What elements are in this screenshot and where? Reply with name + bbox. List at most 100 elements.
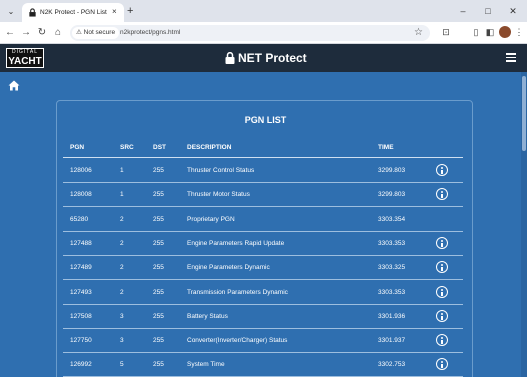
brand-title: NET Protect <box>225 51 307 65</box>
description-cell: Thruster Control Status <box>187 167 255 174</box>
column-header-pgn: PGN <box>70 144 85 151</box>
dst-cell: 255 <box>153 167 164 174</box>
url-text[interactable]: n2kprotect/pgns.html <box>120 27 180 39</box>
time-cell: 3301.936 <box>378 312 406 320</box>
more-menu-icon[interactable]: ⋮ <box>513 26 525 38</box>
info-icon[interactable] <box>436 358 448 371</box>
home-browser-icon[interactable]: ⌂ <box>52 27 64 39</box>
pgn-cell: 65280 <box>70 215 89 223</box>
info-icon[interactable] <box>436 285 448 298</box>
info-icon[interactable] <box>436 236 448 249</box>
description-cell: Thruster Motor Status <box>187 191 250 199</box>
pgn-cell: 126992 <box>70 361 92 369</box>
table-row: 127508 3 255 Battery Status 3301.936 <box>63 305 463 329</box>
new-tab-button[interactable]: + <box>127 4 133 18</box>
close-window-button[interactable]: ✕ <box>504 3 522 19</box>
src-cell: 2 <box>120 264 124 272</box>
brand-text: NET Protect <box>238 51 307 65</box>
minimize-button[interactable]: – <box>454 3 472 19</box>
app-header: DIGITAL YACHT NET Protect <box>0 44 527 72</box>
info-icon[interactable] <box>436 164 448 176</box>
table-row: 65280 2 255 Proprietary PGN 3303.354 <box>63 208 463 232</box>
pgn-cell: 128006 <box>70 167 92 174</box>
description-cell: Battery Status <box>187 312 228 320</box>
src-cell: 3 <box>120 337 124 345</box>
info-icon[interactable] <box>436 261 448 274</box>
pgn-cell: 127750 <box>70 337 92 345</box>
dst-cell: 255 <box>153 264 164 272</box>
info-icon[interactable] <box>436 188 448 201</box>
card-title: PGN LIST <box>244 115 287 125</box>
page-scrollbar[interactable] <box>521 72 527 377</box>
not-secure-chip[interactable]: ⚠ Not secure <box>72 27 120 39</box>
tab-close-icon[interactable]: × <box>112 6 117 18</box>
pgn-cell: 128008 <box>70 191 92 199</box>
src-cell: 2 <box>120 288 124 296</box>
description-cell: System Time <box>187 361 225 369</box>
lock-icon <box>225 52 235 64</box>
pgn-list-card: PGN LIST PGN SRC DST DESCRIPTION TIME 12… <box>56 100 473 377</box>
maximize-button[interactable]: □ <box>479 3 497 19</box>
description-cell: Transmission Parameters Dynamic <box>187 288 288 296</box>
browser-tab[interactable]: N2K Protect - PGN List × <box>22 3 124 22</box>
digital-yacht-logo: DIGITAL YACHT <box>6 48 44 68</box>
description-cell: Engine Parameters Rapid Update <box>187 239 285 247</box>
src-cell: 2 <box>120 239 124 247</box>
table-row: 126992 5 255 System Time 3302.753 <box>63 353 463 377</box>
table-row: 128006 1 255 Thruster Control Status 3299.80… <box>63 159 463 183</box>
time-cell: 3303.325 <box>378 264 406 272</box>
table-row: 127489 2 255 Engine Parameters Dynamic 3303.… <box>63 256 463 281</box>
reader-mode-icon[interactable]: ▯ <box>470 26 482 38</box>
bookmark-star-icon[interactable]: ☆ <box>414 27 423 38</box>
time-cell: 3299.803 <box>378 167 406 174</box>
dst-cell: 255 <box>153 361 164 369</box>
column-header-src: SRC <box>120 144 134 151</box>
description-cell: Proprietary PGN <box>187 215 235 223</box>
src-cell: 5 <box>120 361 124 369</box>
extensions-icon[interactable]: ⊡ <box>440 26 452 38</box>
dst-cell: 255 <box>153 312 164 320</box>
back-arrow-icon[interactable]: ← <box>4 27 16 39</box>
pgn-cell: 127508 <box>70 312 92 320</box>
forward-arrow-icon[interactable]: → <box>20 27 32 39</box>
time-cell: 3303.354 <box>378 215 406 223</box>
scroll-thumb[interactable] <box>522 76 526 151</box>
description-cell: Engine Parameters Dynamic <box>187 264 270 272</box>
hamburger-menu-icon[interactable] <box>506 53 516 62</box>
dst-cell: 255 <box>153 215 164 223</box>
time-cell: 3303.353 <box>378 239 406 247</box>
pgn-cell: 127489 <box>70 264 92 272</box>
src-cell: 1 <box>120 191 124 199</box>
lock-favicon-icon <box>29 8 36 17</box>
logo-bottom-text: YACHT <box>8 56 42 67</box>
table-row: 127750 3 255 Converter(Inverter/Charger) St… <box>63 329 463 354</box>
home-icon[interactable] <box>8 80 20 91</box>
dst-cell: 255 <box>153 239 164 247</box>
table-row: 128008 1 255 Thruster Motor Status 3299.803 <box>63 183 463 208</box>
column-header-description: DESCRIPTION <box>187 144 232 151</box>
src-cell: 3 <box>120 312 124 320</box>
dst-cell: 255 <box>153 288 164 296</box>
browser-tab-bar: ⌄ N2K Protect - PGN List × + – □ ✕ <box>0 0 527 22</box>
address-bar[interactable]: ⚠ Not secure n2kprotect/pgns.html <box>70 25 430 41</box>
tab-search-icon[interactable]: ⌄ <box>4 5 18 18</box>
src-cell: 1 <box>120 167 124 174</box>
tab-title: N2K Protect - PGN List <box>40 9 107 16</box>
description-cell: Converter(Inverter/Charger) Status <box>187 337 288 345</box>
split-view-icon[interactable]: ◧ <box>484 26 496 38</box>
dst-cell: 255 <box>153 337 164 345</box>
column-header-dst: DST <box>153 144 166 151</box>
info-icon[interactable] <box>436 334 448 347</box>
time-cell: 3299.803 <box>378 191 406 199</box>
time-cell: 3302.753 <box>378 361 406 369</box>
info-icon[interactable] <box>436 309 448 322</box>
logo-top-text: DIGITAL <box>11 49 39 55</box>
pgn-cell: 127488 <box>70 239 92 247</box>
reload-icon[interactable]: ↻ <box>36 27 48 39</box>
time-cell: 3303.353 <box>378 288 406 296</box>
profile-avatar[interactable] <box>499 26 511 38</box>
pgn-cell: 127493 <box>70 288 92 296</box>
src-cell: 2 <box>120 215 124 223</box>
table-row: 127488 2 255 Engine Parameters Rapid Update… <box>63 232 463 256</box>
header-divider <box>63 157 463 158</box>
